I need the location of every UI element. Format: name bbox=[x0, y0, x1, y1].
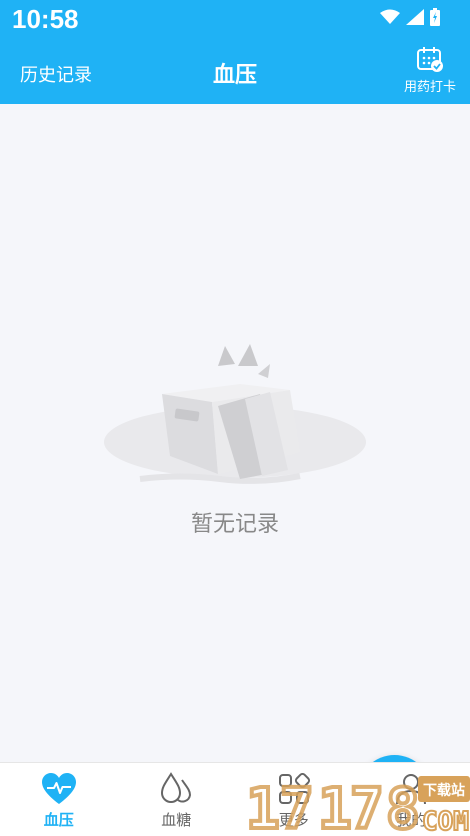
drops-icon bbox=[161, 772, 192, 803]
calendar-check-icon bbox=[417, 47, 443, 72]
tab-profile[interactable]: 我的 bbox=[353, 763, 470, 836]
medication-checkin-button[interactable]: 用药打卡 bbox=[402, 46, 458, 95]
page-title: 血压 bbox=[212, 63, 257, 88]
heart-pulse-icon bbox=[41, 773, 76, 804]
tab-more[interactable]: 更多 bbox=[235, 763, 353, 836]
medication-checkin-label: 用药打卡 bbox=[403, 80, 456, 95]
main-content: 暂无记录 bbox=[0, 104, 470, 828]
tab-blood-pressure[interactable]: 血压 bbox=[0, 763, 118, 836]
tab-label: 我的 bbox=[396, 811, 427, 829]
tab-blood-sugar[interactable]: 血糖 bbox=[118, 763, 236, 836]
status-icons bbox=[380, 8, 440, 26]
status-bar: 10:58 bbox=[0, 0, 470, 42]
bottom-tab-bar: 血压 血糖 更多 我的 bbox=[0, 762, 470, 836]
grid-icon bbox=[278, 773, 310, 804]
tab-label: 血糖 bbox=[161, 811, 192, 829]
signal-icon bbox=[406, 9, 424, 25]
tab-label: 血压 bbox=[43, 811, 74, 829]
empty-box-illustration bbox=[104, 344, 366, 484]
status-time: 10:58 bbox=[12, 4, 79, 34]
tab-label: 更多 bbox=[278, 811, 309, 829]
wifi-icon bbox=[380, 9, 400, 24]
empty-state-text: 暂无记录 bbox=[190, 512, 279, 537]
battery-icon bbox=[430, 8, 440, 26]
user-icon bbox=[396, 774, 427, 805]
header: 历史记录 血压 用药打卡 bbox=[0, 42, 470, 104]
